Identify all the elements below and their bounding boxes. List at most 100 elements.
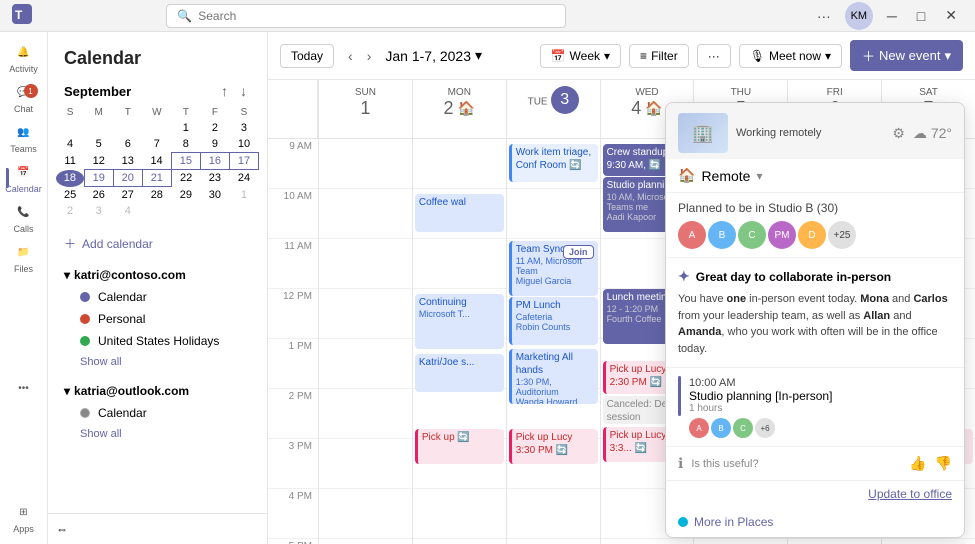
user-avatar[interactable]: KM [845, 2, 873, 30]
event-pm-lunch[interactable]: PM Lunch Cafeteria Robin Counts [509, 297, 598, 345]
calendar-nav[interactable]: ‹ › [342, 44, 377, 68]
show-all-katri[interactable]: Show all [64, 352, 251, 372]
nav-files[interactable]: 📁 Files [6, 240, 42, 276]
cal-day[interactable]: 27 [113, 187, 142, 204]
cal-day[interactable]: 25 [56, 187, 84, 204]
cal-day[interactable] [113, 120, 142, 136]
event-mkt-allhands[interactable]: Marketing All hands 1:30 PM, Auditorium … [509, 349, 598, 404]
mini-cal-nav[interactable]: ↑ ↓ [217, 81, 251, 101]
cal-day[interactable]: 12 [84, 153, 113, 170]
close-btn[interactable]: ✕ [939, 5, 963, 26]
cal-day[interactable]: 21 [142, 170, 171, 187]
new-event-btn[interactable]: ＋ New event ▾ [850, 40, 963, 71]
join-btn[interactable]: Join [563, 245, 594, 259]
search-input[interactable] [198, 9, 555, 23]
sidebar-item-holidays[interactable]: United States Holidays [64, 330, 251, 352]
cal-day[interactable]: 10 [229, 136, 258, 153]
sidebar-item-calendar[interactable]: Calendar [64, 286, 251, 308]
day-header-sun[interactable]: SUN 1 [318, 80, 412, 138]
sidebar-item-calendar-2[interactable]: Calendar [64, 402, 251, 424]
prev-month-btn[interactable]: ↑ [217, 81, 232, 101]
cal-day[interactable]: 23 [200, 170, 229, 187]
nav-calendar[interactable]: 📅 Calendar [6, 160, 42, 196]
filter-btn[interactable]: ≡ Filter [629, 44, 689, 68]
thumbs-down-icon[interactable]: 👎 [935, 455, 952, 472]
cal-day[interactable] [56, 120, 84, 136]
next-week-btn[interactable]: › [361, 44, 378, 68]
cal-day[interactable]: 24 [229, 170, 258, 187]
popup-location-row[interactable]: 🏠 Remote ▾ [666, 159, 964, 193]
cal-day[interactable]: 1 [171, 120, 200, 136]
cal-day[interactable]: 19 [84, 170, 113, 187]
cal-day[interactable] [142, 120, 171, 136]
nav-activity[interactable]: 🔔 Activity [6, 40, 42, 76]
nav-apps[interactable]: ⊞ Apps [6, 500, 42, 536]
cal-day[interactable]: 20 [113, 170, 142, 187]
cal-day[interactable]: 13 [113, 153, 142, 170]
day-header-mon[interactable]: MON 2 🏠 [412, 80, 506, 138]
cal-day[interactable] [84, 120, 113, 136]
popup-event-item[interactable]: 10:00 AM Studio planning [In-person] 1 h… [666, 368, 964, 447]
cal-day[interactable]: 3 [84, 203, 113, 219]
next-month-btn[interactable]: ↓ [236, 81, 251, 101]
cal-day[interactable]: 17 [229, 153, 258, 170]
update-link[interactable]: Update to office [868, 487, 952, 501]
add-calendar-btn[interactable]: ＋ Add calendar [48, 227, 267, 260]
event-katrijoe[interactable]: Katri/Joe s... [415, 354, 504, 392]
cal-day[interactable]: 30 [200, 187, 229, 204]
cal-day[interactable]: 18 [56, 170, 84, 187]
cal-day[interactable]: 4 [56, 136, 84, 153]
cal-day[interactable]: 14 [142, 153, 171, 170]
section-header-katria[interactable]: ▾ katria@outlook.com [64, 380, 251, 402]
meet-now-btn[interactable]: 🎙 Meet now ▾ [739, 44, 842, 68]
cal-day[interactable]: 22 [171, 170, 200, 187]
cal-day[interactable]: 26 [84, 187, 113, 204]
sidebar-item-personal[interactable]: Personal [64, 308, 251, 330]
cal-day[interactable]: 16 [200, 153, 229, 170]
event-continuing-mon[interactable]: Continuing Microsoft T... [415, 294, 504, 349]
cal-day[interactable]: 1 [229, 187, 258, 204]
popup-update[interactable]: Update to office [666, 481, 964, 507]
more-options-btn[interactable]: ··· [811, 6, 837, 26]
minimize-btn[interactable]: ─ [881, 6, 903, 26]
nav-chat[interactable]: 💬 Chat 1 [6, 80, 42, 116]
popup-more[interactable]: More in Places [666, 507, 964, 537]
nav-more[interactable]: ••• [6, 370, 42, 406]
nav-teams[interactable]: 👥 Teams [6, 120, 42, 156]
section-header-katri[interactable]: ▾ katri@contoso.com [64, 264, 251, 286]
cal-day[interactable]: 7 [142, 136, 171, 153]
location-chevron[interactable]: ▾ [756, 169, 762, 183]
cal-day[interactable]: 2 [56, 203, 84, 219]
popup-header-icons[interactable]: ⚙ ☁ 72° [892, 125, 952, 142]
cal-day[interactable]: 11 [56, 153, 84, 170]
cal-day[interactable]: 3 [229, 120, 258, 136]
cal-day[interactable]: 28 [142, 187, 171, 204]
maximize-btn[interactable]: □ [911, 6, 931, 26]
event-coffee-mon[interactable]: Coffee wal [415, 194, 504, 232]
more-options-calendar-btn[interactable]: ··· [697, 44, 731, 68]
event-pickup-tue[interactable]: Pick up Lucy 3:30 PM 🔄 [509, 429, 598, 464]
cal-day[interactable]: 9 [200, 136, 229, 153]
event-work-item[interactable]: Work item triage, Conf Room 🔄 [509, 144, 598, 182]
search-bar[interactable]: 🔍 [166, 4, 566, 28]
cal-day[interactable]: 2 [200, 120, 229, 136]
expand-sidebar-btn[interactable]: ⇔ [48, 513, 267, 544]
cal-day[interactable]: 4 [113, 203, 142, 219]
thumbs-up-icon[interactable]: 👍 [909, 455, 926, 472]
prev-week-btn[interactable]: ‹ [342, 44, 359, 68]
show-all-katria[interactable]: Show all [64, 424, 251, 444]
cal-day[interactable] [142, 203, 171, 219]
event-team-sync[interactable]: Team Sync 11 AM, Microsoft Team Miguel G… [509, 241, 598, 296]
cal-day[interactable]: 15 [171, 153, 200, 170]
day-header-tue[interactable]: TUE 3 [506, 80, 600, 138]
nav-calls[interactable]: 📞 Calls [6, 200, 42, 236]
cal-day[interactable]: 5 [84, 136, 113, 153]
settings-icon[interactable]: ⚙ [892, 125, 905, 142]
cal-day[interactable]: 8 [171, 136, 200, 153]
cal-day[interactable]: 6 [113, 136, 142, 153]
week-btn[interactable]: 📅 Week ▾ [540, 44, 621, 68]
cal-day[interactable]: 29 [171, 187, 200, 204]
today-btn[interactable]: Today [280, 44, 334, 68]
date-range[interactable]: Jan 1-7, 2023 ▾ [385, 47, 482, 64]
event-pickup-mon[interactable]: Pick up 🔄 [415, 429, 504, 464]
